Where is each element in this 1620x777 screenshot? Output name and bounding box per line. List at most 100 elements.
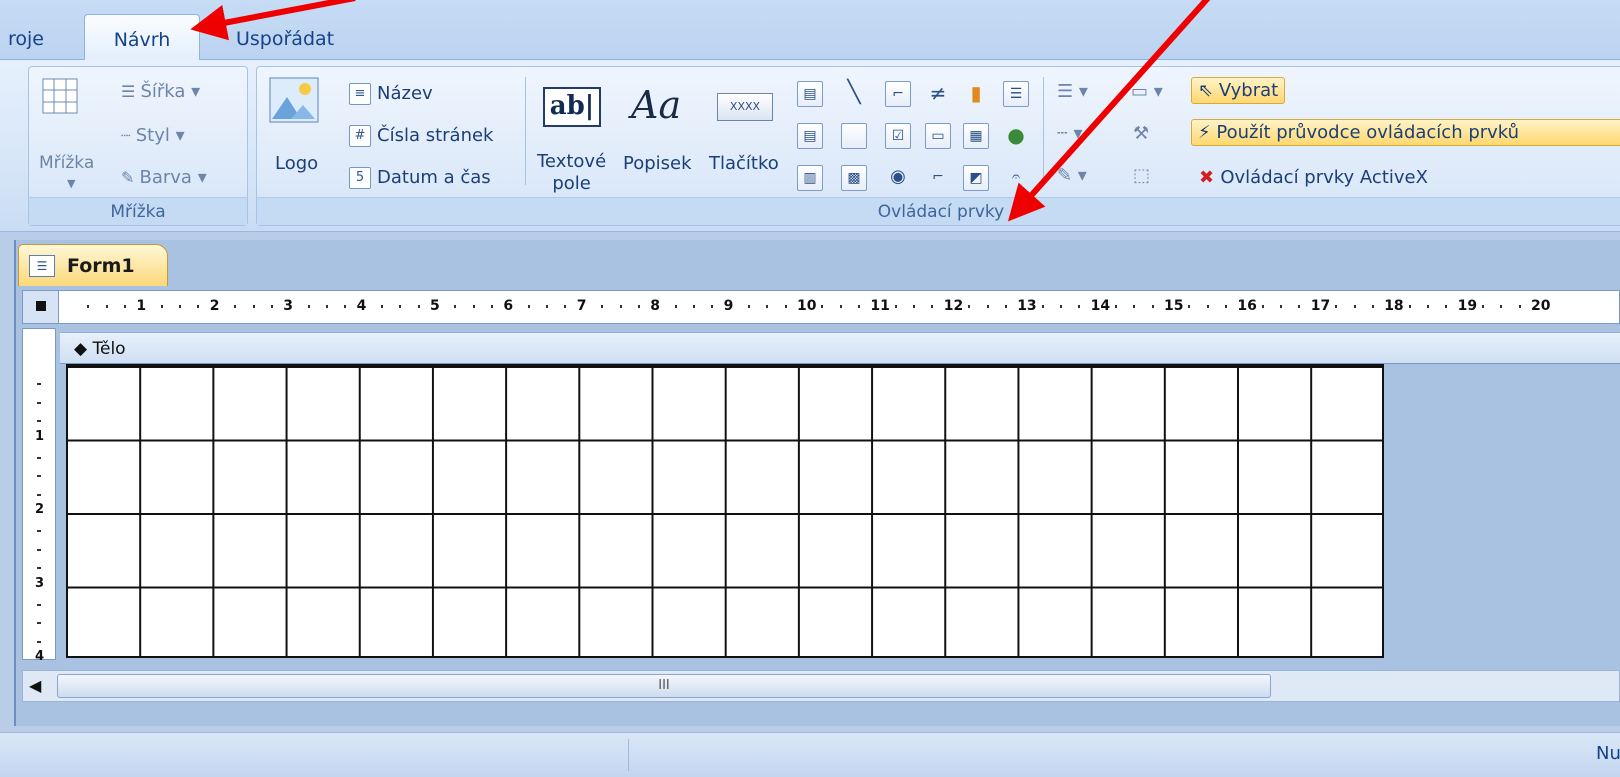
activex-button[interactable]: ✖ Ovládací prvky ActiveX — [1199, 167, 1428, 188]
select-button[interactable]: ⇖ Vybrat — [1191, 77, 1286, 104]
ruler-tick — [564, 305, 567, 308]
insert-page-icon[interactable]: ⌐ — [925, 165, 951, 191]
grid-group-label: Mřížka — [29, 197, 247, 225]
attachment-icon[interactable]: 𝄐 — [1003, 165, 1029, 191]
ruler-tick — [821, 305, 824, 308]
horizontal-ruler[interactable]: 1 2 3 4 5 6 7 8 9 10 11 12 13 14 15 16 17 18 19 20 — [22, 290, 1620, 324]
vruler-number: 4 — [35, 649, 45, 664]
tab-control-icon[interactable]: ▤ — [797, 81, 823, 107]
vruler-tick — [37, 420, 41, 423]
line-type-button[interactable]: ▭ ▾ — [1131, 81, 1163, 102]
button-control-icon[interactable]: XXXX — [717, 93, 773, 121]
ruler-number: 13 — [1017, 298, 1037, 314]
ruler-number: 7 — [576, 298, 587, 314]
page-number-icon: # — [349, 125, 371, 147]
ruler-tick — [692, 305, 695, 308]
ruler-tick — [197, 305, 200, 308]
horizontal-scrollbar[interactable]: ◀ III — [22, 670, 1620, 702]
vertical-ruler[interactable]: 1 2 3 4 — [22, 328, 56, 664]
ruler-tick — [1298, 305, 1301, 308]
checkbox-icon[interactable]: ☑ — [885, 123, 911, 149]
vruler-tick — [37, 456, 41, 459]
textbox-icon[interactable]: ab| — [543, 87, 601, 127]
line-color-button[interactable]: ✎ ▾ — [1057, 165, 1087, 186]
color-button[interactable]: ✎ Barva ▾ — [121, 167, 207, 188]
option-group-icon[interactable]: ⌐ — [885, 81, 911, 107]
grid-big-button[interactable] — [41, 77, 79, 120]
ruler-number: 12 — [943, 298, 964, 314]
form-icon: ☰ — [29, 255, 55, 277]
logo-icon — [269, 77, 319, 123]
logo-label: Logo — [275, 153, 319, 174]
ruler-tick — [546, 305, 549, 308]
document-tab-title: Form1 — [67, 255, 135, 277]
form-selector[interactable] — [23, 291, 59, 323]
form-design-grid[interactable] — [66, 364, 1384, 658]
width-label: Šířka — [140, 81, 186, 102]
image-icon[interactable]: ◩ — [963, 165, 989, 191]
ruler-number: 4 — [356, 298, 367, 314]
section-header-body[interactable]: ◆ Tělo — [60, 332, 1620, 364]
ruler-number: 2 — [209, 298, 220, 314]
status-num-lock: Nu — [1596, 743, 1620, 764]
line-style-button[interactable]: ┄ ▾ — [1057, 123, 1083, 144]
use-wizards-button[interactable]: ⚡ Použít průvodce ovládacích prvků — [1191, 119, 1620, 146]
label-control-icon[interactable]: Aa — [631, 83, 681, 127]
ruler-tick — [307, 305, 310, 308]
ruler-number: 11 — [870, 298, 890, 314]
ruler-number: 17 — [1310, 298, 1331, 314]
bound-object-icon[interactable]: ▩ — [841, 165, 867, 191]
vruler-tick — [37, 530, 41, 533]
list-box-icon[interactable]: ☰ — [1003, 81, 1029, 107]
option-button-icon[interactable]: ◉ — [885, 165, 911, 191]
dotted-lines-icon: ┈ — [121, 126, 136, 145]
line-thickness-button[interactable]: ☰ ▾ — [1057, 81, 1088, 102]
tab-usporadat[interactable]: Uspořádat — [222, 14, 348, 61]
title-icon: ≡ — [349, 83, 371, 105]
document-tab-form1[interactable]: ☰ Form1 — [18, 244, 168, 286]
page-numbers-label: Čísla stránek — [377, 125, 494, 146]
ruler-tick — [1481, 305, 1484, 308]
vruler-number: 3 — [35, 575, 45, 591]
section-arrow-icon: ◆ — [74, 339, 93, 359]
select-all-icon[interactable]: ⬚ — [1133, 165, 1150, 186]
scroll-thumb[interactable]: III — [57, 674, 1271, 698]
ruler-tick — [1004, 305, 1007, 308]
ruler-tick — [1041, 305, 1044, 308]
chart-icon[interactable]: ▮ — [963, 81, 989, 107]
tab-nastroje[interactable]: roje — [0, 14, 58, 61]
properties-icon[interactable]: ⚒ — [1133, 123, 1149, 144]
page-break-icon[interactable]: ≠ — [925, 81, 951, 107]
title-button[interactable]: ≡ Název — [349, 83, 433, 105]
unbound-object-icon[interactable]: ▦ — [963, 123, 989, 149]
ruler-number: 18 — [1384, 298, 1404, 314]
page-numbers-button[interactable]: # Čísla stránek — [349, 125, 493, 147]
toggle-button-icon[interactable]: ▭ — [925, 123, 951, 149]
tab-navrh[interactable]: Návrh — [84, 14, 200, 61]
cursor-icon: ⇖ — [1198, 80, 1219, 101]
logo-button[interactable] — [267, 75, 321, 134]
vruler-number: 2 — [35, 502, 45, 517]
separator — [1043, 77, 1044, 185]
controls-group-label: Ovládací prvky — [257, 197, 1620, 225]
scroll-left-icon[interactable]: ◀ — [29, 676, 41, 695]
width-button[interactable]: ☰ Šířka ▾ — [121, 81, 200, 102]
ruler-tick — [968, 305, 971, 308]
color-label: Barva — [139, 167, 192, 188]
ruler-tick — [1059, 305, 1062, 308]
combo-box-icon[interactable]: ▤ — [797, 123, 823, 149]
rectangle-icon[interactable] — [841, 123, 867, 149]
hyperlink-icon[interactable]: ● — [1003, 123, 1029, 149]
subform-icon[interactable]: ▥ — [797, 165, 823, 191]
vruler-tick — [37, 640, 41, 643]
ruler-number: 6 — [503, 298, 514, 314]
ruler-tick — [179, 305, 182, 308]
style-button[interactable]: ┈ Styl ▾ — [121, 125, 185, 146]
ruler-tick — [1261, 305, 1264, 308]
textbox-label-line2: pole — [552, 173, 591, 194]
ruler-number: 15 — [1164, 298, 1184, 314]
line-icon[interactable]: ╲ — [841, 81, 867, 107]
activex-icon: ✖ — [1199, 167, 1221, 188]
ruler-tick — [124, 305, 127, 308]
date-time-button[interactable]: 5 Datum a čas — [349, 167, 491, 189]
